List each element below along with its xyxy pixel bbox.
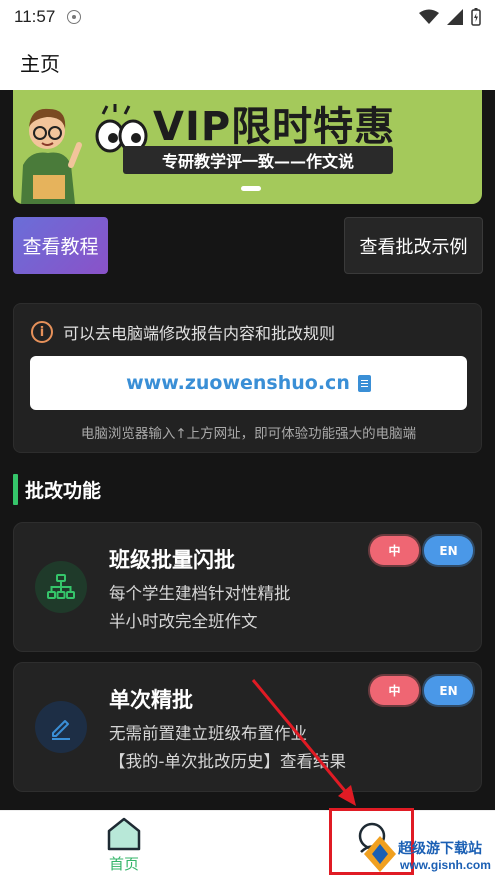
nav-home[interactable]: 首页 [92, 817, 156, 877]
copy-document-icon[interactable] [357, 374, 371, 392]
chinese-badge[interactable]: 中 [370, 536, 419, 565]
wifi-icon [419, 9, 439, 24]
main-content[interactable]: VIP限时特惠 专研教学评一致——作文说 查看教程 查看批改示例 i 可以去电脑… [0, 90, 495, 810]
notice-row: i 可以去电脑端修改报告内容和批改规则 [31, 320, 335, 344]
feature-title: 单次精批 [109, 688, 193, 712]
status-bar: 11:57 [0, 0, 495, 34]
website-url-box[interactable]: www.zuowenshuo.cn [30, 356, 467, 410]
org-chart-icon [47, 574, 75, 599]
battery-icon [471, 8, 481, 26]
english-badge[interactable]: EN [424, 676, 473, 705]
chinese-badge[interactable]: 中 [370, 676, 419, 705]
banner-title: VIP限时特惠 [153, 104, 396, 150]
pc-hint-text: 电脑浏览器输入↑上方网址，即可体验功能强大的电脑端 [80, 426, 417, 442]
feature-desc-2: 半小时改完全班作文 [109, 612, 258, 631]
carousel-indicator[interactable] [241, 186, 261, 191]
feature-desc-1: 每个学生建档针对性精批 [109, 584, 291, 603]
vip-promo-banner[interactable]: VIP限时特惠 专研教学评一致——作文说 [13, 90, 482, 204]
banner-slogan: 专研教学评一致——作文说 [123, 146, 393, 174]
status-time: 11:57 [14, 7, 56, 26]
nav-home-label: 首页 [108, 855, 139, 873]
english-badge[interactable]: EN [424, 536, 473, 565]
feature-icon-wrap [35, 561, 87, 613]
shield-icon [67, 10, 82, 24]
feature-desc-1: 无需前置建立班级布置作业 [109, 724, 307, 743]
feature-desc-2: 【我的-单次批改历史】查看结果 [109, 752, 346, 771]
section-heading: 批改功能 [13, 474, 101, 505]
home-icon [107, 817, 141, 851]
watermark-text: 超级游下载站 [398, 841, 482, 857]
feature-title: 班级批量闪批 [109, 548, 235, 572]
site-watermark: 超级游下载站 www.gisnh.com [360, 826, 495, 880]
view-tutorial-button[interactable]: 查看教程 [13, 217, 108, 274]
section-title: 批改功能 [25, 480, 102, 502]
notice-text: 可以去电脑端修改报告内容和批改规则 [63, 324, 336, 343]
status-icons [419, 8, 481, 26]
feature-card-single-review[interactable]: 单次精批 无需前置建立班级布置作业 【我的-单次批改历史】查看结果 中 EN [13, 662, 482, 792]
section-accent-bar [13, 474, 18, 505]
feature-card-class-batch[interactable]: 班级批量闪批 每个学生建档针对性精批 半小时改完全班作文 中 EN [13, 522, 482, 652]
feature-icon-wrap [35, 701, 87, 753]
app-header: 主页 [0, 34, 495, 90]
website-url[interactable]: www.zuowenshuo.cn [126, 372, 350, 394]
watermark-logo-icon [364, 836, 396, 872]
view-example-button[interactable]: 查看批改示例 [344, 217, 483, 274]
page-title: 主页 [20, 51, 60, 76]
pc-info-card: i 可以去电脑端修改报告内容和批改规则 www.zuowenshuo.cn 电脑… [13, 303, 482, 453]
watermark-url: www.gisnh.com [400, 858, 491, 872]
signal-icon [447, 9, 463, 25]
info-icon: i [31, 321, 53, 343]
pencil-icon [52, 720, 70, 740]
teacher-illustration [21, 108, 82, 204]
